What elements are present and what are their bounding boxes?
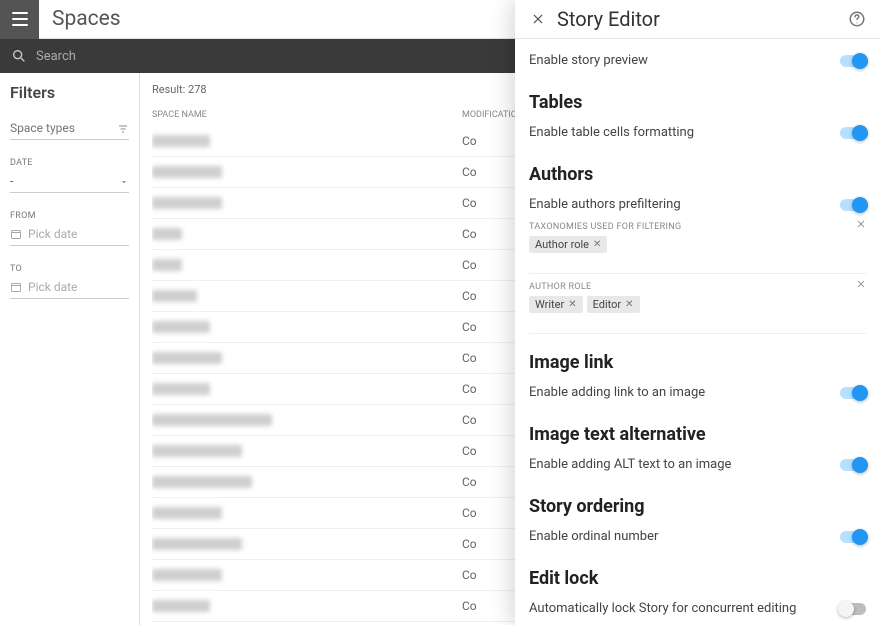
chip-remove-icon[interactable]: ✕ (593, 239, 601, 250)
to-placeholder: Pick date (28, 280, 77, 294)
help-icon[interactable] (848, 10, 866, 28)
drawer-body[interactable]: Enable story preview Tables Enable table… (515, 39, 880, 625)
section-edit-lock: Edit lock (529, 568, 866, 589)
space-types-input[interactable] (10, 117, 129, 140)
setting-image-link: Enable adding link to an image (529, 379, 866, 406)
toggle-image-alt[interactable] (840, 459, 866, 471)
toggle-authors-prefilter[interactable] (840, 199, 866, 211)
section-authors: Authors (529, 164, 866, 185)
col-header-name[interactable]: SPACE NAME (152, 110, 462, 120)
setting-story-preview: Enable story preview (529, 47, 866, 74)
filters-sidebar: Filters DATE (0, 73, 140, 625)
close-icon[interactable] (529, 10, 547, 28)
chevron-down-icon (119, 177, 129, 187)
drawer-header: Story Editor (515, 0, 880, 39)
setting-auto-lock: Automatically lock Story for concurrent … (529, 595, 866, 622)
date-label: DATE (10, 158, 129, 168)
app-title: Spaces (39, 7, 121, 31)
to-label: TO (10, 264, 129, 274)
filters-title: Filters (10, 83, 129, 102)
chip-label: Author role (535, 238, 589, 251)
to-date-input[interactable]: Pick date (10, 276, 129, 299)
calendar-icon (10, 228, 22, 240)
setting-authors-prefilter: Enable authors prefiltering (529, 191, 866, 218)
taxonomies-field: TAXONOMIES USED FOR FILTERING Author rol… (529, 218, 866, 265)
story-editor-drawer: Story Editor Enable story preview Tables… (515, 0, 880, 625)
divider (529, 273, 866, 274)
space-types-filter-icon[interactable] (117, 123, 129, 135)
chip-remove-icon[interactable]: ✕ (568, 299, 576, 310)
setting-table-cells: Enable table cells formatting (529, 119, 866, 146)
clear-taxonomies-icon[interactable] (856, 218, 866, 232)
from-date-input[interactable]: Pick date (10, 223, 129, 246)
chip-label: Writer (535, 298, 564, 311)
date-select[interactable] (10, 170, 129, 193)
toggle-ordinal[interactable] (840, 531, 866, 543)
section-image-alt: Image text alternative (529, 424, 866, 445)
author-role-chip: Editor✕ (587, 296, 640, 313)
drawer-title: Story Editor (547, 7, 848, 31)
chip-remove-icon[interactable]: ✕ (625, 299, 633, 310)
search-icon (8, 48, 30, 64)
toggle-auto-lock[interactable] (840, 603, 866, 615)
author-role-chip: Writer ✕ (529, 296, 583, 313)
hamburger-menu-button[interactable] (0, 0, 39, 39)
clear-author-role-icon[interactable] (856, 278, 866, 292)
author-role-field: Author role Writer✕Editor✕ (529, 278, 866, 325)
section-image-link: Image link (529, 352, 866, 373)
setting-image-alt: Enable adding ALT text to an image (529, 451, 866, 478)
from-placeholder: Pick date (28, 227, 77, 241)
toggle-table-cells[interactable] (840, 127, 866, 139)
divider (529, 333, 866, 334)
calendar-icon (10, 281, 22, 293)
section-tables: Tables (529, 92, 866, 113)
toggle-image-link[interactable] (840, 387, 866, 399)
setting-ordinal: Enable ordinal number (529, 523, 866, 550)
toggle-story-preview[interactable] (840, 55, 866, 67)
chip-label: Editor (593, 298, 622, 311)
taxonomy-chip: Author role ✕ (529, 236, 607, 253)
from-label: FROM (10, 211, 129, 221)
section-ordering: Story ordering (529, 496, 866, 517)
